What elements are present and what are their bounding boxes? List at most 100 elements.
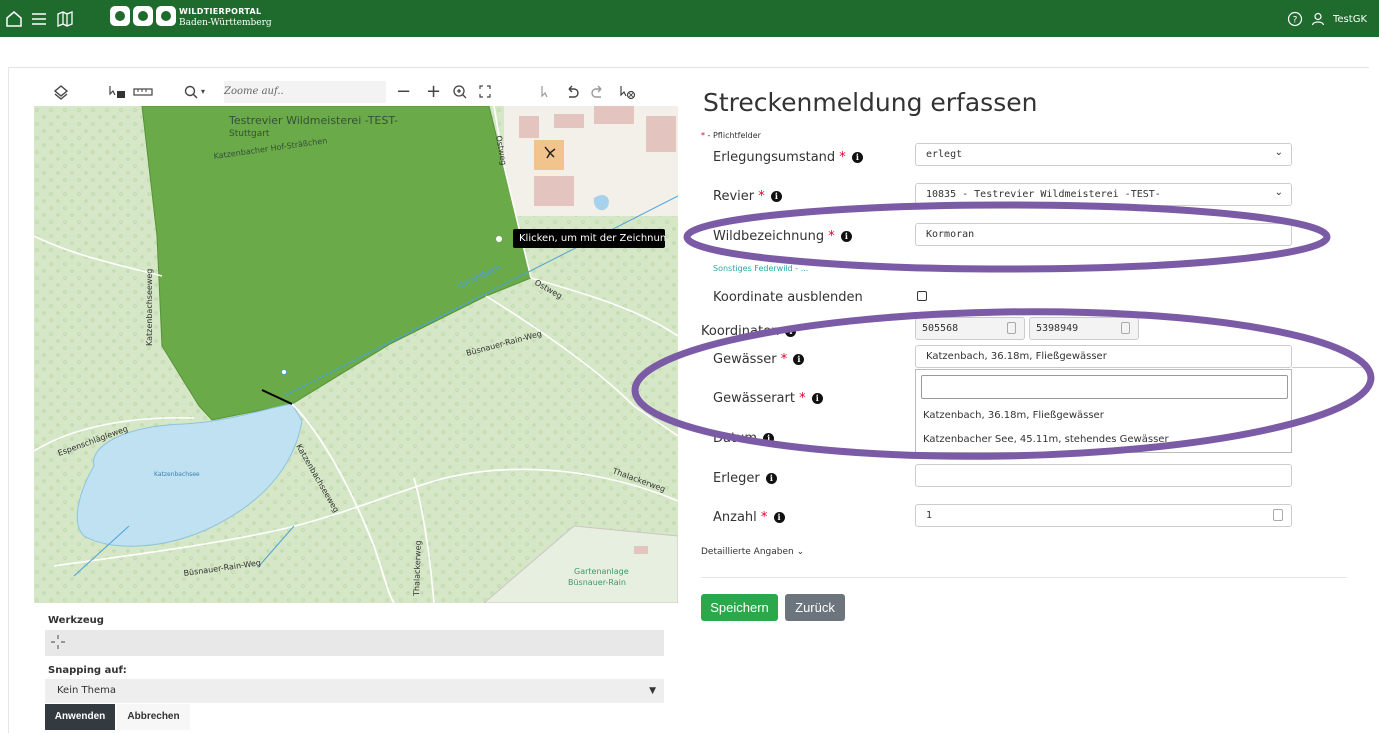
feature-info-icon[interactable] [108, 83, 128, 101]
cancel-tool-button[interactable]: Abbrechen [117, 704, 190, 730]
snapping-caret-icon: ▼ [649, 686, 656, 696]
map-label-katzenbachsee: Katzenbachsee [154, 471, 200, 478]
erlegungsumstand-label: Erlegungsumstand * i [713, 150, 863, 165]
info-icon[interactable]: i [773, 512, 785, 523]
spinner-icon [1121, 322, 1130, 334]
brand-logos[interactable] [110, 6, 176, 26]
wildbezeichnung-label: Wildbezeichnung * i [713, 229, 852, 244]
map-toolbar: ▾ Zoome auf.. − + [34, 78, 664, 106]
map-building [554, 114, 584, 128]
brand-title: WILDTIERPORTAL [179, 7, 262, 16]
logo-tile-2 [133, 6, 153, 26]
left-edge [8, 67, 9, 733]
map-label-gartenanlage: Gartenanlage [574, 567, 629, 576]
layers-icon[interactable] [52, 83, 70, 101]
map-building [634, 546, 648, 554]
map-label-stuttgart: Stuttgart [229, 129, 270, 139]
datum-label: Datum i [713, 431, 775, 446]
chevron-down-icon: ⌄ [1274, 187, 1283, 198]
redo-icon[interactable] [590, 83, 606, 101]
map-building [519, 116, 539, 138]
gewaesserart-label: Gewässerart * i [713, 391, 823, 406]
map-label-revier: Testrevier Wildmeisterei -TEST- [228, 114, 398, 127]
crosshair-icon[interactable] [50, 634, 66, 650]
gewaesser-option[interactable]: Katzenbach, 36.18m, Fließgewässer [923, 410, 1104, 421]
info-icon[interactable]: i [763, 433, 775, 444]
clear-selection-icon[interactable] [618, 83, 636, 101]
spinner-icon [1007, 322, 1016, 334]
revier-select[interactable]: 10835 - Testrevier Wildmeisterei -TEST- ⌄ [915, 183, 1292, 206]
map-building [594, 106, 634, 124]
search-mode-caret-icon[interactable]: ▾ [201, 83, 205, 101]
search-icon[interactable] [184, 83, 198, 101]
info-icon[interactable]: i [765, 473, 777, 484]
koordinate-y-input[interactable]: 5398949 [1029, 317, 1139, 340]
user-icon[interactable] [1311, 12, 1325, 26]
gewaesser-label: Gewässer * i [713, 352, 805, 367]
erleger-input[interactable] [915, 464, 1292, 487]
map-canvas[interactable]: Testrevier Wildmeisterei -TEST- Stuttgar… [34, 106, 678, 603]
info-icon[interactable]: i [851, 152, 863, 163]
wildbezeichnung-input[interactable]: Kormoran [915, 223, 1292, 246]
map-cursor-point [496, 236, 502, 242]
werkzeug-field[interactable] [45, 630, 664, 656]
zoom-magnifier-icon[interactable] [452, 83, 468, 101]
save-button[interactable]: Speichern [701, 594, 778, 621]
fullscreen-icon[interactable] [477, 83, 493, 101]
zoom-in-button[interactable]: + [426, 83, 441, 101]
select-pointer-icon[interactable] [539, 83, 551, 101]
info-icon[interactable]: i [793, 354, 805, 365]
chevron-down-icon: ⌄ [1274, 147, 1283, 158]
logo-tile-3 [156, 6, 176, 26]
wildbezeichnung-hint: Sonstiges Federwild - ... [713, 264, 809, 273]
apply-button[interactable]: Anwenden [45, 704, 115, 730]
map-vertex [281, 369, 287, 375]
home-icon[interactable] [4, 9, 24, 29]
brand-subtitle: Baden-Württemberg [179, 18, 272, 28]
erleger-label: Erleger i [713, 471, 777, 486]
snapping-value: Kein Thema [57, 685, 116, 696]
map-building [646, 116, 676, 152]
koordinate-ausblenden-label: Koordinate ausblenden [713, 290, 863, 305]
erlegungsumstand-select[interactable]: erlegt ⌄ [915, 143, 1292, 166]
info-icon[interactable]: i [785, 326, 797, 337]
undo-icon[interactable] [564, 83, 580, 101]
map-icon[interactable] [55, 9, 75, 29]
koordinaten-label: Koordinaten i [701, 324, 797, 339]
gewaesser-underline [1292, 367, 1362, 368]
revier-label: Revier * i [713, 189, 782, 204]
zoom-out-button[interactable]: − [396, 83, 411, 101]
measure-icon[interactable] [132, 83, 154, 101]
snapping-select[interactable]: Kein Thema ▼ [45, 679, 664, 703]
chevron-down-icon: ⌄ [796, 547, 805, 557]
anzahl-label: Anzahl * i [713, 510, 785, 525]
info-icon[interactable]: i [811, 393, 823, 404]
logo-tile-1 [110, 6, 130, 26]
snapping-label: Snapping auf: [48, 665, 127, 676]
details-toggle[interactable]: Detaillierte Angaben ⌄ [701, 547, 804, 557]
page-title: Streckenmeldung erfassen [703, 88, 1038, 117]
werkzeug-label: Werkzeug [48, 615, 104, 626]
user-area: ? TestGK [1287, 11, 1367, 27]
gewaesser-select[interactable]: Katzenbach, 36.18m, Fließgewässer [915, 345, 1292, 368]
gewaesser-dropdown-search[interactable] [921, 375, 1288, 399]
anzahl-input[interactable]: 1 [915, 504, 1292, 527]
required-note: * - Pflichtfelder [701, 131, 761, 140]
map-building [534, 176, 574, 206]
spinner-icon [1273, 509, 1283, 521]
form-divider [701, 577, 1347, 578]
info-icon[interactable]: i [770, 191, 782, 202]
gewaesser-option[interactable]: Katzenbacher See, 45.11m, stehendes Gewä… [923, 434, 1169, 445]
back-button[interactable]: Zurück [785, 594, 845, 621]
map-label-katzenbachseeweg-left: Katzenbachseeweg [145, 269, 154, 346]
user-name[interactable]: TestGK [1333, 14, 1367, 25]
top-navigation-bar: WILDTIERPORTAL Baden-Württemberg ? TestG… [0, 0, 1379, 37]
help-icon[interactable]: ? [1287, 11, 1303, 27]
svg-text:?: ? [1293, 16, 1298, 26]
koordinate-x-input[interactable]: 505568 [915, 317, 1025, 340]
menu-icon[interactable] [29, 9, 49, 29]
zoom-search-input[interactable]: Zoome auf.. [224, 81, 386, 103]
content-divider [8, 67, 1369, 68]
koordinate-ausblenden-checkbox[interactable] [917, 291, 927, 301]
info-icon[interactable]: i [840, 231, 852, 242]
